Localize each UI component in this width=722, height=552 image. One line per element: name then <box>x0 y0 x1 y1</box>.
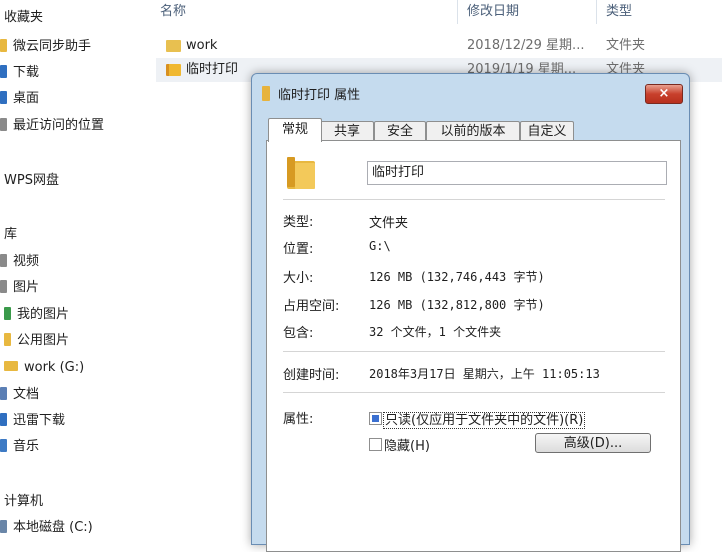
hidden-checkbox[interactable]: 隐藏(H) <box>369 435 430 454</box>
download-icon <box>0 65 7 78</box>
file-name: work <box>186 38 218 53</box>
file-type: 文件夹 <box>606 38 646 53</box>
folder-icon <box>262 86 270 101</box>
file-date: 2018/12/29 星期... <box>467 38 585 53</box>
recent-places-icon <box>0 118 7 131</box>
readonly-label: 只读(仅应用于文件夹中的文件)(R) <box>382 412 586 429</box>
nav-item-downloads[interactable]: 下载 <box>0 63 39 83</box>
divider <box>283 199 665 200</box>
type-label: 类型: <box>283 215 314 230</box>
dialog-title: 临时打印 属性 <box>278 88 361 103</box>
column-divider[interactable] <box>596 0 597 24</box>
nav-item-recent-places[interactable]: 最近访问的位置 <box>0 116 104 136</box>
folder-icon <box>0 39 7 52</box>
nav-favorites-header[interactable]: 收藏夹 <box>4 8 43 28</box>
tab-previous-versions[interactable]: 以前的版本 <box>426 121 520 141</box>
folder-icon <box>166 40 181 52</box>
contains-label: 包含: <box>283 326 314 341</box>
file-row-work[interactable]: work 2018/12/29 星期... 文件夹 <box>156 34 722 58</box>
tab-general[interactable]: 常规 <box>268 118 322 142</box>
folder-icon <box>287 157 315 189</box>
nav-item-wps-drive[interactable]: WPS网盘 <box>4 171 59 191</box>
nav-item-pictures[interactable]: 图片 <box>0 278 39 298</box>
tab-security[interactable]: 安全 <box>374 121 426 141</box>
size-on-disk-value: 126 MB (132,812,800 字节) <box>369 298 545 312</box>
nav-item-local-disk-c[interactable]: 本地磁盘 (C:) <box>0 518 93 538</box>
document-library-icon <box>0 387 7 400</box>
navigation-pane: 收藏夹 微云同步助手 下载 桌面 最近访问的位置 WPS网盘 库 视频 图片 我… <box>0 0 140 535</box>
close-button[interactable]: × <box>645 84 683 104</box>
divider <box>283 351 665 352</box>
nav-computer-header[interactable]: 计算机 <box>4 492 43 512</box>
size-label: 大小: <box>283 271 314 286</box>
location-value: G:\ <box>369 239 391 253</box>
advanced-button[interactable]: 高级(D)... <box>535 433 651 453</box>
tab-sharing[interactable]: 共享 <box>320 121 374 141</box>
hidden-label: 隐藏(H) <box>384 439 430 454</box>
column-header-date[interactable]: 修改日期 <box>467 2 519 22</box>
nav-item-public-pictures[interactable]: 公用图片 <box>4 331 69 351</box>
dialog-titlebar[interactable]: 临时打印 属性 × <box>252 74 689 110</box>
nav-item-music[interactable]: 音乐 <box>0 437 39 457</box>
file-name: 临时打印 <box>186 62 239 77</box>
nav-item-videos[interactable]: 视频 <box>0 252 39 272</box>
hard-drive-icon <box>0 520 7 533</box>
tab-customize[interactable]: 自定义 <box>520 121 574 141</box>
nav-libraries-header[interactable]: 库 <box>4 225 17 245</box>
nav-item-thunder-downloads[interactable]: 迅雷下载 <box>0 411 65 431</box>
column-header-type[interactable]: 类型 <box>606 2 632 22</box>
divider <box>283 392 665 393</box>
created-value: 2018年3月17日 星期六，上午 11:05:13 <box>369 367 600 381</box>
nav-item-work-drive[interactable]: work (G:) <box>4 358 84 378</box>
drive-folder-icon <box>4 361 18 371</box>
desktop-icon <box>0 91 7 104</box>
nav-item-desktop[interactable]: 桌面 <box>0 89 39 109</box>
size-value: 126 MB (132,746,443 字节) <box>369 270 545 284</box>
general-tab-panel: 类型: 文件夹 位置: G:\ 大小: 126 MB (132,746,443 … <box>266 140 681 552</box>
type-value: 文件夹 <box>369 216 409 231</box>
checkbox-indeterminate-icon[interactable] <box>369 412 382 425</box>
download-folder-icon <box>0 413 7 426</box>
size-on-disk-label: 占用空间: <box>283 299 340 314</box>
column-divider[interactable] <box>457 0 458 24</box>
properties-dialog: 临时打印 属性 × 常规 共享 安全 以前的版本 自定义 类型: 文件夹 位置:… <box>251 73 690 552</box>
contains-value: 32 个文件，1 个文件夹 <box>369 325 502 339</box>
checkbox-unchecked-icon[interactable] <box>369 438 382 451</box>
column-header-name[interactable]: 名称 <box>160 2 186 22</box>
folder-name-field[interactable] <box>367 161 667 185</box>
created-label: 创建时间: <box>283 368 340 383</box>
location-label: 位置: <box>283 242 314 257</box>
readonly-checkbox[interactable]: 只读(仅应用于文件夹中的文件)(R) <box>369 409 586 429</box>
attributes-label: 属性: <box>283 412 314 427</box>
music-library-icon <box>0 439 7 452</box>
picture-library-icon <box>0 280 7 293</box>
picture-folder-icon <box>4 307 11 320</box>
folder-icon <box>4 333 11 346</box>
video-library-icon <box>0 254 7 267</box>
nav-item-documents[interactable]: 文档 <box>0 385 39 405</box>
folder-icon <box>166 64 181 76</box>
nav-item-weiyun[interactable]: 微云同步助手 <box>0 37 91 57</box>
nav-item-my-pictures[interactable]: 我的图片 <box>4 305 69 325</box>
